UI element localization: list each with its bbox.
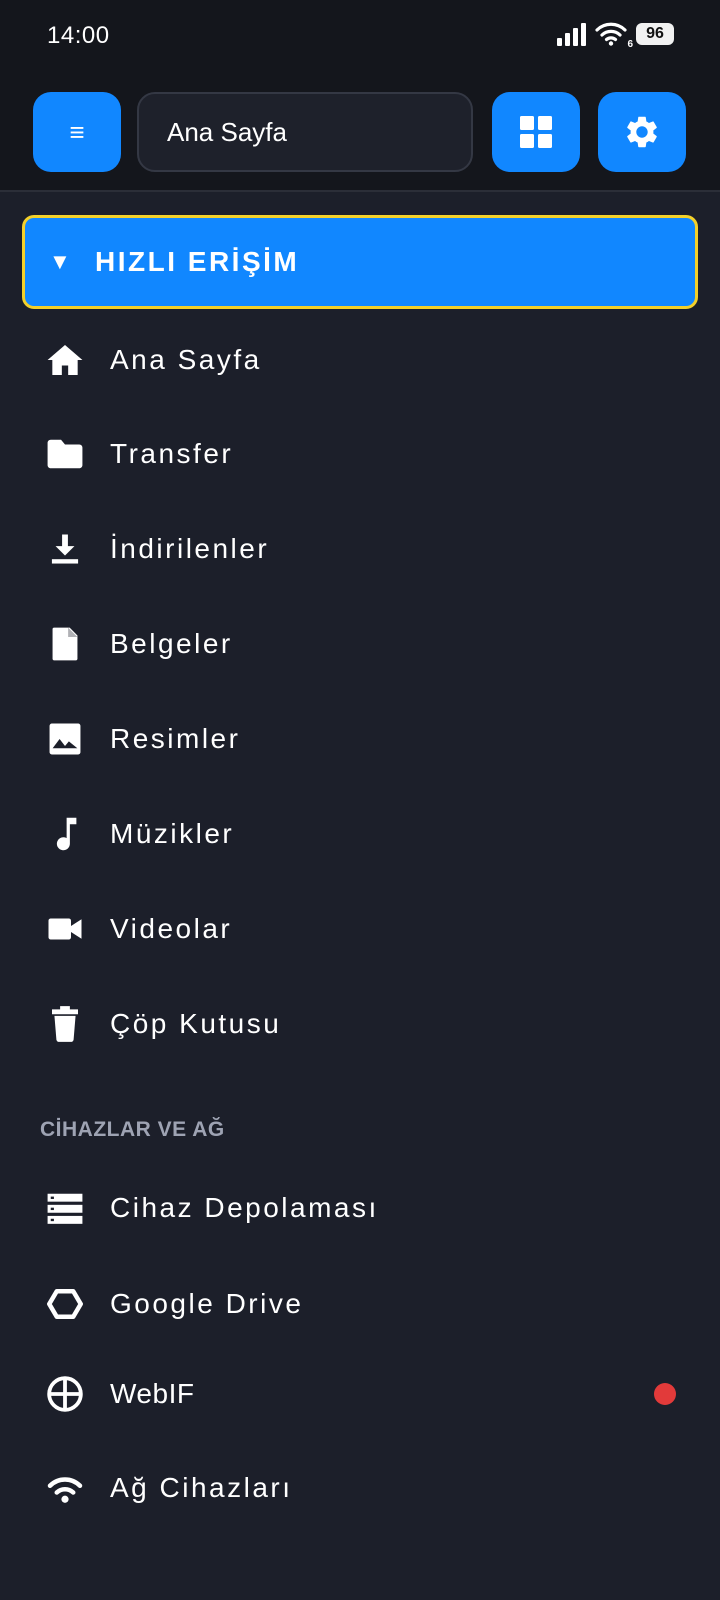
music-note-icon — [45, 814, 85, 854]
devices-network-title: CİHAZLAR VE AĞ — [40, 1118, 225, 1141]
trash-icon — [45, 1004, 85, 1044]
status-icons: 6 96 — [557, 22, 674, 50]
wifi-icon: 6 — [595, 22, 633, 50]
nav-item-downloads[interactable]: İndirilenler — [0, 513, 720, 585]
wifi-badge: 6 — [627, 39, 633, 50]
storage-icon — [45, 1188, 85, 1228]
nav-item-label: Google Drive — [110, 1288, 304, 1319]
nav-item-label: Videolar — [110, 913, 233, 944]
nav-item-home[interactable]: Ana Sayfa — [0, 324, 720, 396]
nav-item-pictures[interactable]: Resimler — [0, 703, 720, 775]
nav-item-webif[interactable]: WebIF — [0, 1358, 720, 1430]
nav-item-videos[interactable]: Videolar — [0, 893, 720, 965]
image-icon — [45, 719, 85, 759]
signal-icon — [557, 22, 586, 46]
folder-icon — [45, 434, 85, 474]
quick-access-title: HIZLI ERİŞİM — [95, 246, 300, 277]
nav-item-label: Müzikler — [110, 818, 235, 849]
nav-item-label: Çöp Kutusu — [110, 1008, 282, 1039]
settings-button[interactable] — [598, 92, 686, 172]
battery-indicator: 96 — [636, 23, 674, 45]
home-icon — [45, 340, 85, 380]
grid-view-button[interactable] — [492, 92, 580, 172]
menu-button[interactable]: ≡ — [33, 92, 121, 172]
nav-item-label: Ana Sayfa — [110, 344, 262, 375]
nav-item-label: İndirilenler — [110, 533, 270, 564]
nav-item-label: Transfer — [110, 438, 234, 469]
nav-item-transfer[interactable]: Transfer — [0, 418, 720, 490]
status-time: 14:00 — [47, 22, 110, 49]
top-bar: 14:00 6 96 ≡ Ana Sayfa — [0, 0, 720, 192]
nav-item-google-drive[interactable]: Google Drive — [0, 1268, 720, 1340]
nav-item-documents[interactable]: Belgeler — [0, 608, 720, 680]
nav-item-label: Resimler — [110, 723, 241, 754]
network-wifi-icon — [45, 1468, 85, 1508]
nav-item-device-storage[interactable]: Cihaz Depolaması — [0, 1172, 720, 1244]
globe-icon — [45, 1374, 85, 1414]
notification-dot — [654, 1383, 676, 1405]
location-field[interactable]: Ana Sayfa — [137, 92, 473, 172]
video-camera-icon — [45, 909, 85, 949]
grid-view-icon — [519, 115, 553, 149]
nav-item-label: Ağ Cihazları — [110, 1472, 293, 1503]
nav-item-trash[interactable]: Çöp Kutusu — [0, 988, 720, 1060]
document-icon — [45, 624, 85, 664]
nav-item-label: Cihaz Depolaması — [110, 1192, 379, 1223]
gear-icon — [623, 113, 661, 151]
nav-item-label: WebIF — [110, 1378, 195, 1409]
nav-item-network-devices[interactable]: Ağ Cihazları — [0, 1452, 720, 1524]
quick-access-header[interactable]: ▼ HIZLI ERİŞİM — [22, 215, 698, 309]
hamburger-menu-icon: ≡ — [69, 117, 85, 147]
collapse-arrow-icon: ▼ — [49, 249, 71, 274]
nav-item-label: Belgeler — [110, 628, 233, 659]
nav-item-music[interactable]: Müzikler — [0, 798, 720, 870]
download-icon — [45, 529, 85, 569]
hexagon-drive-icon — [45, 1284, 85, 1324]
